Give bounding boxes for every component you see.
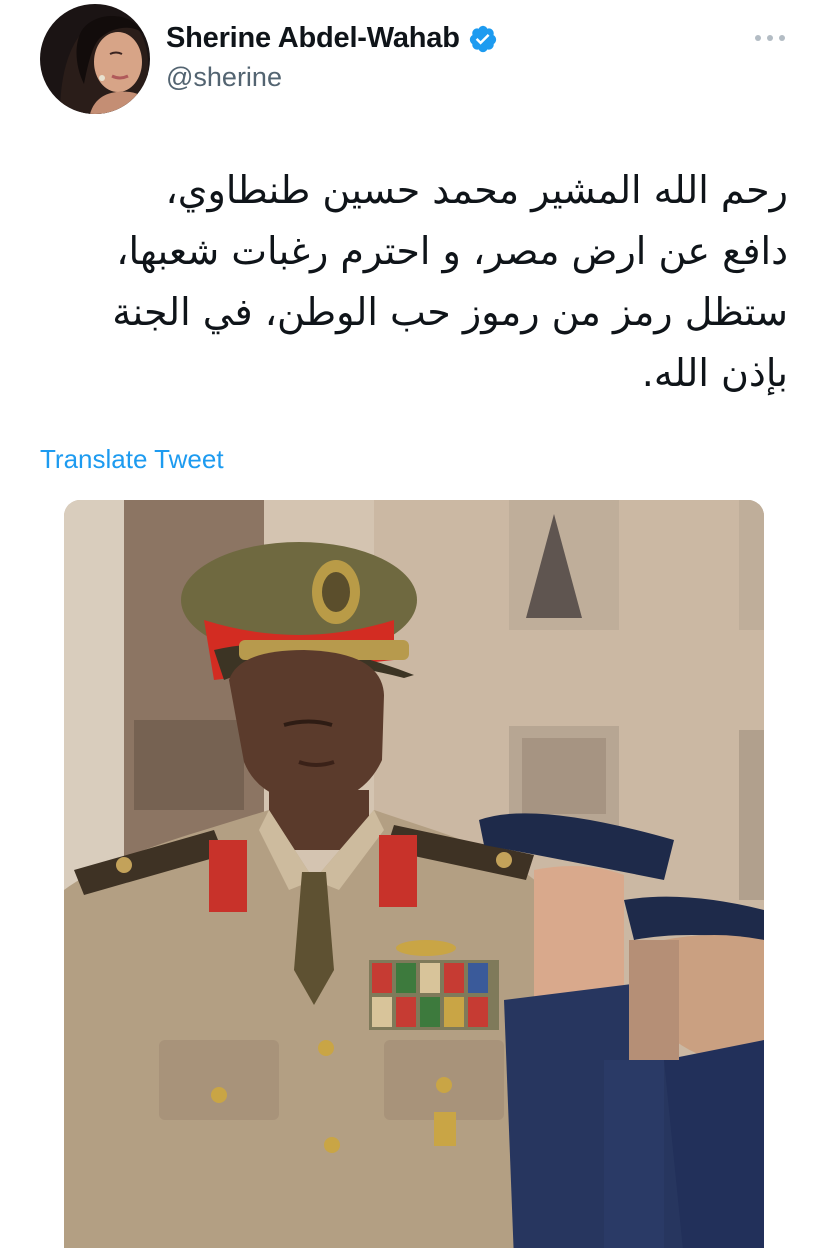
author-handle[interactable]: @sherine	[166, 62, 282, 93]
tweet-text-line: رحم الله المشير محمد حسين طنطاوي،	[165, 168, 788, 212]
tweet-media-photo[interactable]	[64, 500, 764, 1248]
tweet-text-line: ستظل رمز من رموز حب الوطن، في الجنة	[112, 290, 788, 334]
tweet-text-line: بإذن الله.	[641, 351, 788, 395]
profile-photo-icon	[40, 4, 150, 114]
verified-badge-icon	[468, 24, 498, 54]
avatar[interactable]	[40, 4, 150, 114]
translate-tweet-link[interactable]: Translate Tweet	[40, 444, 224, 475]
author-name-row: Sherine Abdel-Wahab	[166, 22, 498, 55]
author-display-name[interactable]: Sherine Abdel-Wahab	[166, 22, 460, 55]
tweet-text-line: دافع عن ارض مصر، و احترم رغبات شعبها،	[116, 229, 788, 273]
tweet-text: رحم الله المشير محمد حسين طنطاوي، دافع ع…	[40, 160, 788, 404]
more-options-icon[interactable]	[752, 24, 788, 52]
photo-image	[64, 500, 764, 1248]
tweet-detail: Sherine Abdel-Wahab @sherine رحم الله ال…	[0, 0, 828, 1248]
